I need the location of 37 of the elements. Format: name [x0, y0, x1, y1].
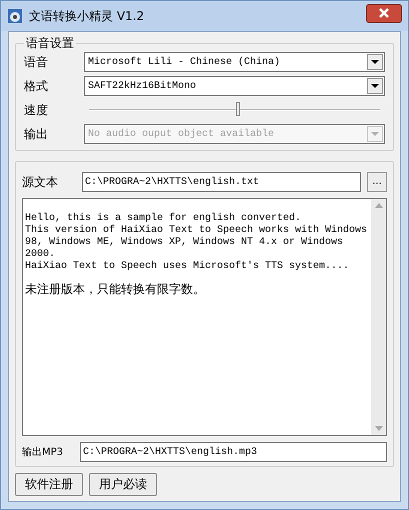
browse-button[interactable]: ...	[367, 172, 387, 192]
field-label: 速度	[24, 102, 49, 119]
dropdown-value: SAFT22kHz16BitMono	[87, 80, 198, 94]
text-area[interactable]	[22, 198, 387, 436]
text-line: 98, Windows ME, Windows XP, Windows NT 4.x or Windows	[25, 237, 344, 249]
action-button[interactable]: 用户必读	[89, 472, 157, 496]
dropdown[interactable]: Microsoft Lili - Chinese (China)	[84, 52, 385, 72]
text-line: 未注册版本，只能转换有限字数。	[25, 281, 206, 297]
dropdown[interactable]: SAFT22kHz16BitMono	[84, 76, 385, 96]
source-file-field[interactable]: C:\PROGRA~2\HXTTS\english.txt	[82, 172, 361, 192]
field-label: 输出MP3	[22, 446, 64, 460]
app-icon	[7, 8, 23, 24]
caret-icon	[367, 54, 383, 70]
action-button[interactable]: 软件注册	[15, 472, 83, 496]
slider-thumb[interactable]	[236, 102, 240, 116]
text-line: This version of HaiXiao Text to Speech works with Windows	[25, 225, 368, 236]
group-title: 语音设置	[25, 35, 75, 52]
output-file-field[interactable]: C:\PROGRA~2\HXTTS\english.mp3	[80, 442, 387, 462]
up-arrow-icon[interactable]	[374, 203, 382, 208]
field-value: C:\PROGRA~2\HXTTS\english.mp3	[83, 446, 258, 460]
close-icon	[378, 8, 390, 18]
text-line: HaiXiao Text to Speech uses Microsoft's TTS system....	[25, 261, 350, 273]
field-label: 格式	[24, 78, 49, 95]
down-arrow-icon[interactable]	[374, 426, 382, 431]
field-label: 语音	[24, 54, 49, 71]
caret-icon	[367, 126, 383, 142]
close-button[interactable]	[366, 4, 402, 22]
scrollbar[interactable]	[371, 199, 386, 435]
field-label: 源文本	[22, 174, 59, 191]
text-line: Hello, this is a sample for english converted.	[25, 213, 302, 224]
window-title: 文语转换小精灵 V1.2	[29, 8, 146, 25]
caret-icon	[367, 78, 383, 94]
field-value: C:\PROGRA~2\HXTTS\english.txt	[85, 176, 260, 190]
dropdown-value: Microsoft Lili - Chinese (China)	[87, 56, 282, 70]
text-line: 2000.	[25, 249, 56, 260]
field-label: 输出	[24, 126, 49, 143]
dropdown-value: No audio ouput object available	[87, 128, 276, 142]
